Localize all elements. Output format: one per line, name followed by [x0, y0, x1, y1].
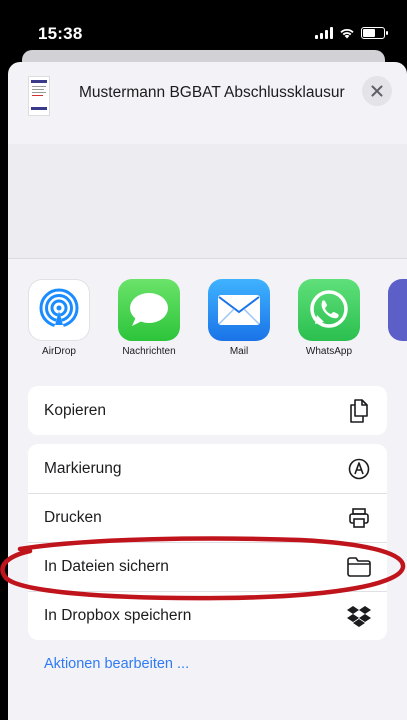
preview-area: [8, 144, 407, 258]
action-label: Drucken: [44, 509, 102, 526]
action-label: Kopieren: [44, 401, 107, 419]
app-messages[interactable]: Nachrichten: [109, 279, 189, 357]
divider: [8, 258, 407, 259]
app-row: AirDrop Nachrichten Mail WhatsApp: [8, 279, 407, 359]
whatsapp-icon: [298, 279, 360, 341]
app-mail[interactable]: Mail: [199, 279, 279, 357]
close-icon: [371, 85, 383, 97]
edit-actions-link[interactable]: Aktionen bearbeiten ...: [44, 656, 189, 672]
action-label: In Dropbox speichern: [44, 607, 192, 624]
action-copy[interactable]: Kopieren: [28, 386, 387, 435]
battery-icon: [361, 27, 388, 39]
share-sheet: Mustermann BGBAT Abschlussklausur AirDro…: [8, 62, 407, 720]
copy-icon: [347, 398, 371, 423]
app-airdrop[interactable]: AirDrop: [19, 279, 99, 357]
action-save-to-dropbox[interactable]: In Dropbox speichern: [28, 591, 387, 640]
cellular-signal-icon: [315, 27, 333, 39]
actions-group-copy: Kopieren: [28, 386, 387, 435]
app-label: AirDrop: [42, 346, 76, 357]
print-icon: [347, 506, 371, 530]
teams-icon: [388, 279, 407, 341]
airdrop-icon: [28, 279, 90, 341]
document-thumbnail: [28, 76, 50, 116]
system-icons: [315, 26, 388, 40]
wifi-icon: [340, 28, 354, 39]
mail-icon: [208, 279, 270, 341]
action-label: In Dateien sichern: [44, 558, 169, 575]
status-time: 15:38: [38, 24, 83, 43]
document-title: Mustermann BGBAT Abschlussklausur: [79, 84, 345, 101]
app-label: T: [379, 346, 407, 357]
messages-icon: [118, 279, 180, 341]
app-whatsapp[interactable]: WhatsApp: [289, 279, 369, 357]
action-print[interactable]: Drucken: [28, 493, 387, 542]
action-label: Markierung: [44, 459, 122, 477]
share-sheet-header: Mustermann BGBAT Abschlussklausur: [8, 62, 407, 144]
app-label: Mail: [229, 346, 249, 357]
app-teams[interactable]: T: [379, 279, 407, 357]
dropbox-icon: [347, 604, 371, 628]
app-label: WhatsApp: [305, 346, 353, 357]
folder-icon: [347, 555, 371, 579]
action-save-to-files[interactable]: In Dateien sichern: [28, 542, 387, 591]
close-button[interactable]: [362, 76, 392, 106]
action-markup[interactable]: Markierung: [28, 444, 387, 493]
actions-group-main: Markierung Drucken In Dateien sichern In…: [28, 444, 387, 640]
markup-icon: [347, 457, 371, 481]
app-label: Nachrichten: [122, 346, 176, 357]
